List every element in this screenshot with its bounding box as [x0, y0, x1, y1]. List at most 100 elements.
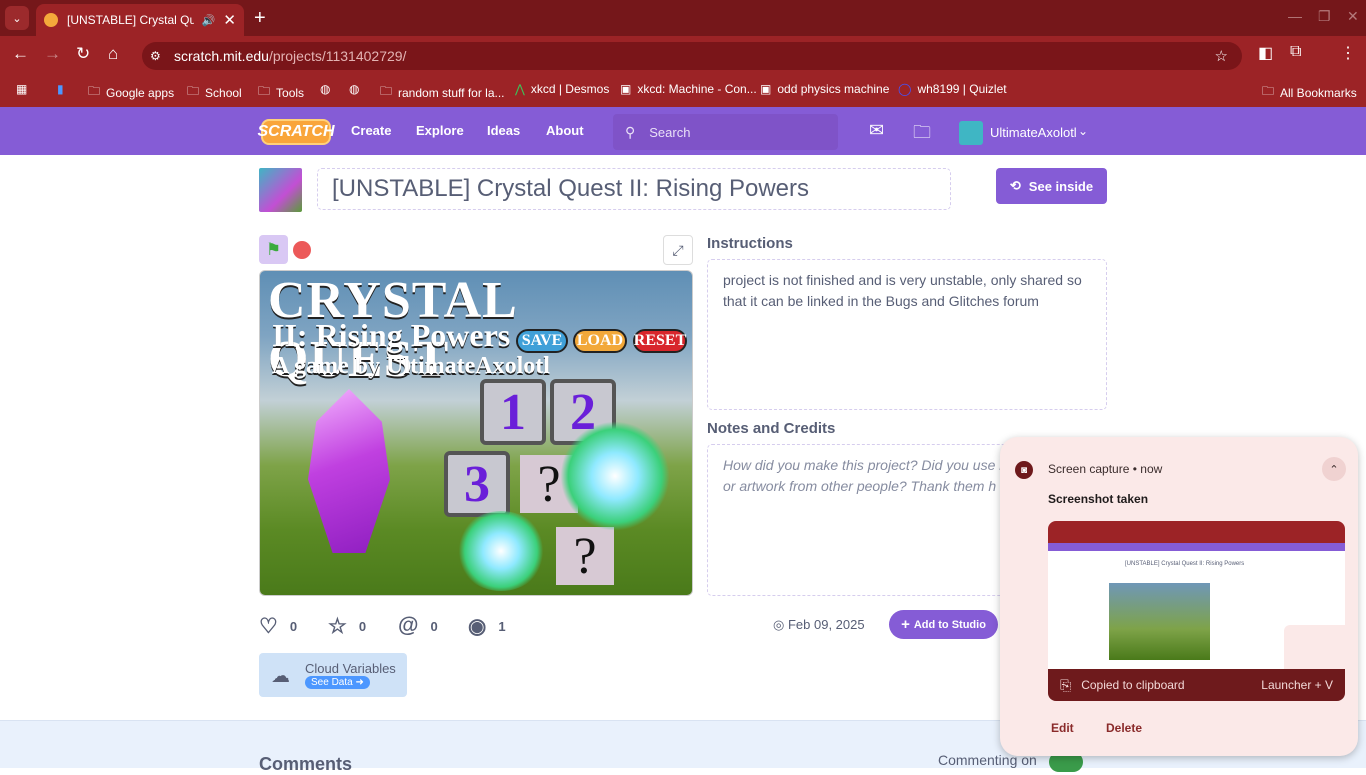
site-info-icon[interactable]: ⚙ [150, 49, 166, 63]
avatar[interactable] [959, 121, 983, 145]
bookmark-random-stuff[interactable]: 🗀 random stuff for la... [380, 82, 505, 103]
plus-icon: + [901, 616, 910, 633]
search-icon: ⚲ [625, 123, 636, 140]
remix-arrows-icon: ⟲ [1009, 178, 1021, 193]
preview-stage [1109, 583, 1210, 660]
reload-icon[interactable]: ↻ [76, 44, 90, 64]
globe-icon: ◍ [320, 82, 331, 96]
game-reset-button[interactable]: RESET [633, 329, 687, 353]
home-icon[interactable]: ⌂ [108, 44, 118, 64]
puzzle-extensions-icon[interactable]: ⧉ [1290, 43, 1301, 61]
edit-button[interactable]: Edit [1051, 721, 1074, 735]
folder-icon: 🗀 [380, 84, 393, 98]
forward-icon[interactable]: → [44, 44, 61, 64]
project-title[interactable]: [UNSTABLE] Crystal Quest II: Rising Powe… [317, 168, 951, 210]
preview-browser-bar [1048, 521, 1345, 543]
screen-capture-notification[interactable]: ◙ Screen capture • now ⌃ Screenshot take… [1000, 437, 1358, 756]
folder-icon: 🗀 [1262, 84, 1275, 98]
cloud-variables-panel[interactable]: ☁ Cloud Variables See Data ➜ [259, 653, 407, 697]
clipboard-text: Copied to clipboard [1081, 678, 1185, 692]
chevron-down-icon[interactable]: ⌄ [1078, 124, 1088, 138]
apps-grid-icon[interactable]: ▦ [16, 82, 33, 96]
eye-icon: ◉ [468, 615, 487, 638]
browser-tab[interactable]: [UNSTABLE] Crystal Quest II: Rising Powe… [36, 4, 244, 36]
game-byline: A game by UltimateAxolotl [272, 353, 550, 379]
xkcd-icon: ▣ [620, 82, 632, 96]
messages-icon[interactable]: ✉ [869, 120, 884, 141]
screenshot-preview[interactable]: [UNSTABLE] Crystal Quest II: Rising Powe… [1048, 521, 1345, 669]
crystal-burst-sprite [456, 511, 546, 591]
bookmark-xkcd-machine[interactable]: ▣ xkcd: Machine - Con... [620, 82, 757, 96]
kebab-menu-icon[interactable]: ⋮ [1340, 43, 1356, 63]
cloud-icon: ☁ [271, 666, 290, 687]
speaker-icon[interactable]: 🔊 [202, 14, 216, 27]
bookmark-xkcd-desmos[interactable]: ⋀ xkcd | Desmos [515, 82, 609, 96]
remixes-stat: @0 [398, 614, 438, 637]
bookmark-tools[interactable]: 🗀 Tools [258, 82, 304, 103]
bookmark-google[interactable]: ▮ [57, 82, 70, 96]
comments-heading: Comments [259, 754, 353, 774]
preview-nav [1048, 543, 1345, 551]
bookmark-odd-physics[interactable]: ▣ odd physics machine [760, 82, 889, 96]
crystal-sprite [308, 389, 390, 553]
heart-icon: ♡ [259, 615, 278, 638]
game-load-button[interactable]: LOAD [573, 329, 627, 353]
save-slot-1[interactable]: 1 [480, 379, 546, 445]
minimize-icon[interactable]: — [1288, 8, 1302, 24]
nav-ideas[interactable]: Ideas [487, 123, 520, 138]
game-subtitle: II: Rising Powers [272, 317, 511, 353]
tab-search-button[interactable]: ⌄ [5, 6, 29, 30]
search-input[interactable]: ⚲ Search [613, 114, 838, 150]
tab-close-icon[interactable]: ✕ [223, 11, 236, 29]
delete-button[interactable]: Delete [1106, 721, 1142, 735]
bookmark-quizlet[interactable]: ◯ wh8199 | Quizlet [898, 82, 1007, 96]
search-placeholder: Search [649, 124, 691, 140]
notification-source: Screen capture • now [1048, 462, 1163, 476]
globe-icon: ◍ [349, 82, 360, 96]
back-icon[interactable]: ← [12, 44, 29, 64]
bookmark-google-apps[interactable]: 🗀 Google apps [88, 82, 174, 103]
folder-icon: 🗀 [187, 84, 200, 98]
favorites-stat[interactable]: ☆ 0 [328, 614, 366, 639]
instructions-text[interactable]: project is not finished and is very unst… [707, 259, 1107, 410]
add-to-studio-button[interactable]: + Add to Studio [889, 610, 998, 639]
notes-heading: Notes and Credits [707, 420, 836, 437]
desmos-icon: ⋀ [515, 82, 525, 96]
stop-sign-icon[interactable] [293, 241, 311, 259]
remix-spiral-icon: @ [398, 614, 419, 637]
nav-create[interactable]: Create [351, 123, 391, 138]
close-window-icon[interactable]: ✕ [1347, 8, 1359, 25]
nav-explore[interactable]: Explore [416, 123, 464, 138]
see-inside-button[interactable]: ⟲ See inside [996, 168, 1107, 204]
fullscreen-icon[interactable]: ⤢ [663, 235, 693, 265]
bookmark-star-icon[interactable]: ☆ [1215, 47, 1228, 65]
green-flag-icon[interactable]: ⚑ [259, 235, 288, 264]
bookmark-globe-1[interactable]: ◍ [320, 82, 336, 96]
nav-about[interactable]: About [546, 123, 584, 138]
save-slot-3[interactable]: 3 [444, 451, 510, 517]
all-bookmarks[interactable]: 🗀 All Bookmarks [1262, 82, 1357, 103]
preview-nested-notification [1284, 625, 1345, 669]
browser-toolbar: ← → ↻ ⌂ ⚙ scratch.mit.edu/projects/11314… [0, 36, 1366, 72]
new-tab-button[interactable]: + [254, 7, 266, 30]
xkcd-icon: ▣ [760, 82, 772, 96]
loves-stat[interactable]: ♡ 0 [259, 614, 297, 639]
folder-icon: 🗀 [258, 84, 271, 98]
address-bar[interactable]: ⚙ scratch.mit.edu/projects/1131402729/ ☆ [142, 42, 1242, 70]
extension-icon[interactable]: ◧ [1258, 43, 1273, 63]
see-data-button[interactable]: See Data ➜ [305, 676, 370, 689]
scratch-favicon-icon [44, 13, 58, 27]
url-text: scratch.mit.edu/projects/1131402729/ [174, 48, 407, 64]
bookmark-school[interactable]: 🗀 School [187, 82, 242, 103]
bookmark-globe-2[interactable]: ◍ [349, 82, 365, 96]
my-stuff-folder-icon[interactable]: 🗀 [913, 120, 931, 150]
chevron-up-icon[interactable]: ⌃ [1322, 457, 1346, 481]
project-author-avatar[interactable] [259, 168, 302, 212]
project-stage[interactable]: CRYSTAL QUEST II: Rising Powers A game b… [259, 270, 693, 596]
clipboard-icon: ⎘ [1060, 676, 1072, 693]
scratch-logo[interactable]: SCRATCH [257, 119, 335, 145]
restore-icon[interactable]: ❐ [1318, 8, 1331, 25]
unknown-slot[interactable]: ? [556, 527, 614, 585]
username[interactable]: UltimateAxolotl [990, 125, 1077, 140]
game-save-button[interactable]: SAVE [516, 329, 568, 353]
